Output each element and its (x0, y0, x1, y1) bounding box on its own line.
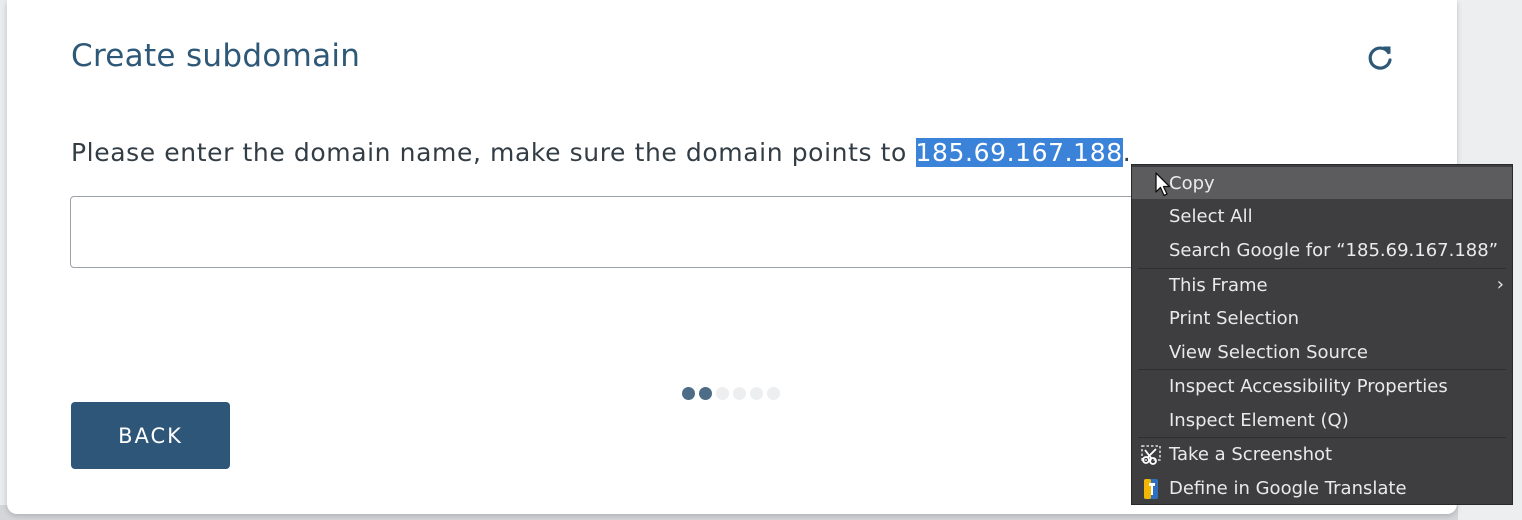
selected-ip-address: 185.69.167.188 (915, 138, 1123, 167)
menu-item-label: Search Google for “185.69.167.188” (1169, 240, 1499, 261)
step-dot (699, 387, 712, 400)
instruction-text: Please enter the domain name, make sure … (71, 138, 916, 167)
menu-item-label: This Frame (1169, 275, 1268, 296)
instruction-suffix: . (1122, 138, 1132, 167)
menu-item-label: Select All (1169, 206, 1253, 227)
menu-item-label: Inspect Accessibility Properties (1169, 376, 1448, 397)
menu-item-take-screenshot[interactable]: Take a Screenshot (1132, 438, 1512, 470)
menu-item-inspect-element[interactable]: Inspect Element (Q) (1132, 404, 1512, 436)
menu-item-search-google[interactable]: Search Google for “185.69.167.188” (1132, 234, 1512, 266)
step-dot (716, 387, 729, 400)
refresh-icon[interactable] (1364, 42, 1396, 74)
menu-item-print-selection[interactable]: Print Selection (1132, 302, 1512, 334)
menu-item-label: View Selection Source (1169, 342, 1368, 363)
step-dot (682, 387, 695, 400)
dialog-title: Create subdomain (71, 38, 361, 74)
step-dot (767, 387, 780, 400)
step-dot (750, 387, 763, 400)
step-indicator (682, 387, 780, 400)
menu-item-copy[interactable]: Copy (1132, 167, 1512, 199)
chevron-right-icon: › (1496, 274, 1504, 295)
context-menu: Copy Select All Search Google for “185.6… (1131, 164, 1513, 505)
menu-item-inspect-accessibility[interactable]: Inspect Accessibility Properties (1132, 370, 1512, 402)
menu-item-label: Take a Screenshot (1169, 444, 1333, 465)
step-dot (733, 387, 746, 400)
menu-item-label: Copy (1169, 173, 1215, 194)
menu-item-define-google-translate[interactable]: Define in Google Translate (1132, 472, 1512, 504)
menu-item-select-all[interactable]: Select All (1132, 200, 1512, 232)
menu-item-view-selection-source[interactable]: View Selection Source (1132, 336, 1512, 368)
google-translate-icon (1140, 478, 1162, 500)
domain-name-input[interactable] (70, 196, 1310, 268)
menu-item-this-frame[interactable]: This Frame › (1132, 269, 1512, 301)
menu-item-label: Print Selection (1169, 308, 1300, 329)
menu-item-label: Define in Google Translate (1169, 478, 1407, 499)
menu-item-label: Inspect Element (Q) (1169, 410, 1349, 431)
domain-instructions: Please enter the domain name, make sure … (71, 138, 1131, 167)
screenshot-scissors-icon (1140, 444, 1162, 466)
back-button[interactable]: BACK (71, 402, 230, 469)
